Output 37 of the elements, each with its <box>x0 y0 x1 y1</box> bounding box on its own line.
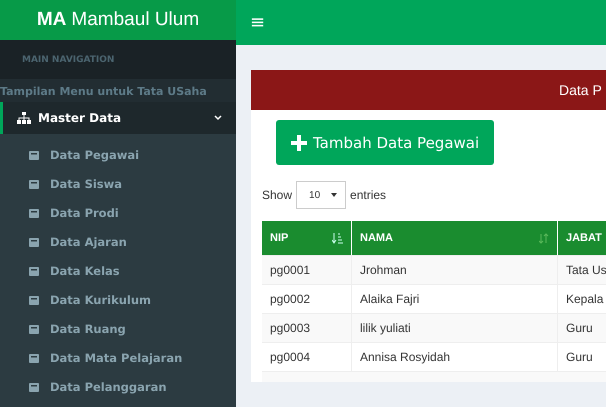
column-header[interactable]: NAMA <box>352 221 558 255</box>
submenu-item[interactable]: Data Ruang <box>0 314 236 343</box>
table-cell: Tata Us <box>558 255 606 284</box>
menu-toggle[interactable]: ≡ <box>250 12 266 33</box>
submenu-item[interactable]: Data Kurikulum <box>0 285 236 314</box>
submenu-item[interactable]: Data Pelanggaran <box>0 372 236 401</box>
menu-note: Tampilan Menu untuk Tata USaha <box>0 79 236 102</box>
submenu-item[interactable]: Data Prodi <box>0 198 236 227</box>
column-header[interactable]: JABAT <box>558 221 606 255</box>
entries-select[interactable]: 10 <box>296 181 346 209</box>
menu-item[interactable]: Master Data <box>0 102 236 134</box>
table-cell: Alaika Fajri <box>352 284 558 313</box>
chevron-icon <box>214 115 222 122</box>
table-cell: pg0002 <box>262 284 352 313</box>
table-cell: Guru <box>558 313 606 342</box>
brand-logo[interactable]: MA Mambaul Ulum <box>0 0 236 40</box>
plus-icon <box>291 134 307 150</box>
add-button[interactable]: Tambah Data Pegawai <box>276 120 494 165</box>
submenu-item[interactable]: Data Pegawai <box>0 140 236 169</box>
nav-header: MAIN NAVIGATION <box>22 54 114 64</box>
table-cell: Jrohman <box>352 255 558 284</box>
caret-icon <box>331 193 338 197</box>
entries-label: entries <box>350 188 386 202</box>
table-cell: pg0001 <box>262 255 352 284</box>
submenu-item[interactable]: Data Siswa <box>0 169 236 198</box>
submenu-item[interactable]: Data Kelas <box>0 256 236 285</box>
submenu-item[interactable]: Data Mata Pelajaran <box>0 343 236 372</box>
sitemap-icon <box>17 112 31 124</box>
box-title: Data P <box>559 82 602 98</box>
show-label: Show <box>262 188 292 202</box>
submenu-item[interactable]: Data Ajaran <box>0 227 236 256</box>
sort-icon <box>539 232 549 244</box>
sort-ascending-icon <box>332 232 343 244</box>
table-cell: Kepala <box>558 284 606 313</box>
table-cell: lilik yuliati <box>352 313 558 342</box>
table-cell: pg0003 <box>262 313 352 342</box>
column-header[interactable]: NIP <box>262 221 352 255</box>
